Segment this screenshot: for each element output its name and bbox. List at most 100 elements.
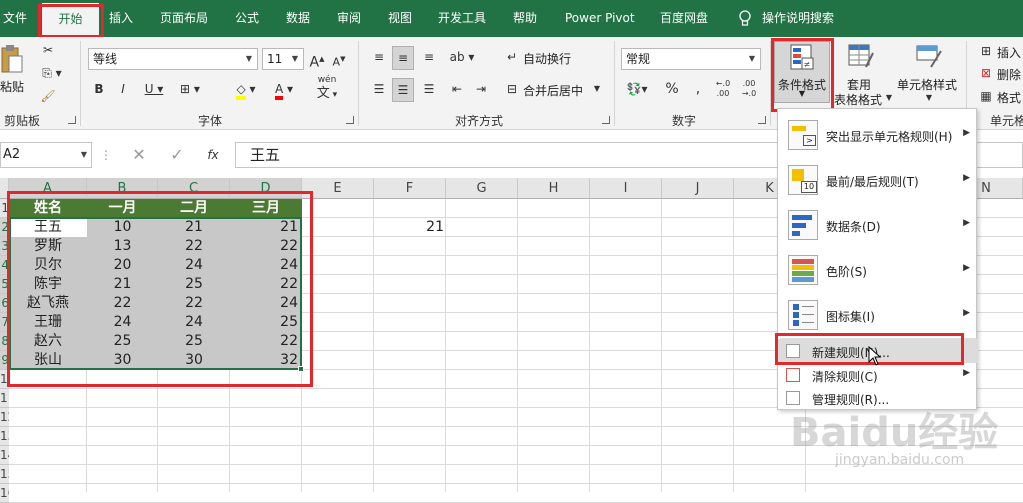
cancel-icon[interactable]: ✕ (126, 144, 152, 166)
tab-file[interactable]: 文件 (3, 0, 27, 37)
format-as-table-label-2[interactable]: 表格格式 (834, 91, 882, 108)
increase-decimal-icon[interactable]: ←.0.00 (712, 78, 734, 99)
gridline-v (589, 199, 590, 492)
decrease-indent-icon[interactable]: ⇤ (446, 78, 468, 100)
tab-view[interactable]: 视图 (388, 0, 412, 37)
gridline-v (373, 199, 374, 492)
name-box[interactable]: A2 ▼ (0, 142, 92, 168)
increase-indent-icon[interactable]: ⇥ (470, 78, 492, 100)
clipboard-launcher-icon[interactable] (68, 116, 76, 124)
delete-cells-icon[interactable]: ⊠ (978, 62, 994, 84)
align-middle-icon[interactable]: ≡ (392, 46, 414, 70)
merge-center-button[interactable]: 合并后居中 (523, 82, 583, 99)
tab-developer[interactable]: 开发工具 (438, 0, 486, 37)
decrease-decimal-icon[interactable]: .00 →.0 (738, 78, 760, 99)
number-launcher-icon[interactable] (758, 116, 766, 124)
tab-review[interactable]: 审阅 (337, 0, 361, 37)
tell-me-search[interactable]: 操作说明搜索 (762, 0, 834, 37)
row-header[interactable]: 15 (0, 465, 9, 484)
wrap-text-icon[interactable]: ↵ (503, 46, 521, 68)
font-color-icon[interactable]: A ▾ (268, 78, 300, 100)
menu-item-top-bottom-rules[interactable]: 10 最前/最后规则(T) ▶ (778, 158, 978, 202)
separator (80, 41, 81, 126)
gridline-v (661, 199, 662, 492)
menu-item-icon-sets[interactable]: 图标集(I) ▶ (778, 293, 978, 337)
wrap-text-button[interactable]: 自动换行 (523, 50, 571, 67)
row-header[interactable]: 12 (0, 408, 9, 427)
insert-cells-button[interactable]: 插入 (997, 44, 1021, 61)
paste-icon[interactable] (0, 42, 24, 76)
comma-style-icon[interactable]: , (688, 78, 708, 100)
paste-label[interactable]: 粘贴 (0, 78, 24, 95)
chevron-down-icon[interactable]: ▼ (590, 78, 604, 100)
chevron-down-icon: ▼ (925, 93, 933, 102)
accounting-format-icon[interactable]: 💱▾ (622, 78, 652, 100)
column-header-i[interactable]: I (590, 178, 662, 199)
row-header[interactable]: 11 (0, 389, 9, 408)
tab-formulas[interactable]: 公式 (235, 0, 259, 37)
color-scales-icon (788, 255, 818, 285)
copy-icon[interactable]: ⎘ ▾ (36, 62, 68, 84)
column-header-g[interactable]: G (446, 178, 518, 199)
icon-sets-icon (788, 300, 818, 330)
tab-baidu-netdisk[interactable]: 百度网盘 (660, 0, 708, 37)
enter-icon[interactable]: ✓ (164, 144, 190, 166)
font-launcher-icon[interactable] (346, 116, 354, 124)
format-cells-icon[interactable]: ▦ (978, 85, 994, 107)
insert-function-icon[interactable]: fx (200, 144, 226, 166)
fill-color-icon[interactable]: ◇ ▾ (230, 78, 262, 100)
cell-f2[interactable]: 21 (374, 218, 444, 237)
format-cells-button[interactable]: 格式 (997, 89, 1021, 106)
format-as-table-icon[interactable] (848, 43, 874, 69)
chevron-down-icon: ▼ (245, 54, 253, 63)
column-header-f[interactable]: F (374, 178, 446, 199)
column-header-j[interactable]: J (662, 178, 734, 199)
chevron-down-icon: ▼ (885, 93, 893, 102)
bold-icon[interactable]: B (90, 78, 108, 100)
highlight-box-data-range (7, 191, 313, 387)
delete-cells-button[interactable]: 删除 (997, 66, 1021, 83)
insert-cells-icon[interactable]: ⊞ (978, 40, 994, 62)
tab-help[interactable]: 帮助 (513, 0, 537, 37)
row-header[interactable]: 16 (0, 484, 9, 503)
more-options-icon[interactable]: ⋮ (100, 144, 112, 166)
cut-icon[interactable]: ✂ (38, 39, 58, 61)
underline-icon[interactable]: U ▾ (138, 78, 170, 100)
column-header-h[interactable]: H (518, 178, 590, 199)
tab-power-pivot[interactable]: Power Pivot (565, 0, 635, 37)
grow-font-icon[interactable]: A▲ (306, 48, 328, 74)
orientation-icon[interactable]: ab ▾ (446, 46, 478, 68)
align-top-icon[interactable]: ≡ (368, 46, 390, 68)
align-bottom-icon[interactable]: ≡ (418, 46, 440, 68)
menu-item-highlight-cells-rules[interactable]: > 突出显示单元格规则(H) ▶ (778, 113, 978, 157)
menu-item-label: 清除规则(C) (812, 370, 878, 384)
font-size-value: 11 (267, 52, 283, 66)
alignment-launcher-icon[interactable] (602, 116, 610, 124)
menu-item-data-bars[interactable]: 数据条(D) ▶ (778, 203, 978, 247)
tab-page-layout[interactable]: 页面布局 (160, 0, 208, 37)
row-header[interactable]: 14 (0, 446, 9, 465)
percent-icon[interactable]: % (662, 78, 682, 100)
merge-center-icon[interactable]: ⊟ (503, 78, 521, 100)
cell-styles-icon[interactable] (915, 43, 943, 69)
chevron-right-icon: ▶ (963, 263, 970, 273)
align-center-icon[interactable]: ☰ (392, 78, 414, 102)
shrink-font-icon[interactable]: A▼ (328, 48, 350, 74)
row-header[interactable]: 13 (0, 427, 9, 446)
phonetic-icon[interactable]: wén 文 ▾ (312, 73, 342, 102)
font-name-combo[interactable]: 等线 ▼ (88, 48, 258, 70)
number-format-combo[interactable]: 常规 ▼ (621, 48, 761, 70)
menu-item-clear-rules[interactable]: 清除规则(C) ▶ (778, 364, 978, 386)
menu-item-color-scales[interactable]: 色阶(S) ▶ (778, 248, 978, 292)
format-painter-icon[interactable]: 🖌 (38, 85, 58, 107)
align-left-icon[interactable]: ☰ (368, 78, 390, 100)
border-icon[interactable]: ⊞ ▾ (174, 78, 206, 100)
lightbulb-icon (738, 0, 752, 37)
italic-icon[interactable]: I (114, 78, 132, 100)
tab-insert[interactable]: 插入 (109, 0, 133, 37)
align-right-icon[interactable]: ☰ (418, 78, 440, 100)
tab-data[interactable]: 数据 (286, 0, 310, 37)
menu-item-label: 数据条(D) (826, 220, 881, 234)
highlight-box-conditional-formatting (771, 38, 834, 112)
font-size-combo[interactable]: 11 ▼ (262, 48, 304, 70)
